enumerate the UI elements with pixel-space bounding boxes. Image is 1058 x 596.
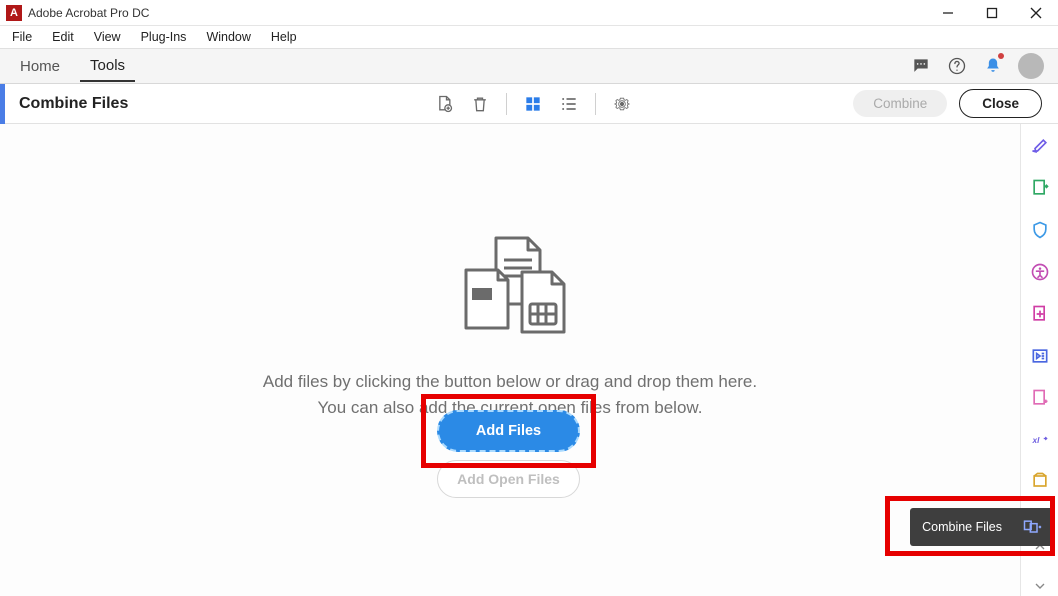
add-page-icon[interactable] [430, 90, 458, 118]
edit-pdf-icon[interactable] [1029, 136, 1051, 156]
menu-window[interactable]: Window [198, 28, 258, 46]
toolbar-accent [0, 84, 5, 124]
organize-icon[interactable] [1029, 304, 1051, 324]
navbar: Home Tools [0, 48, 1058, 84]
titlebar: A Adobe Acrobat Pro DC [0, 0, 1058, 26]
minimize-button[interactable] [926, 0, 970, 26]
window-title: Adobe Acrobat Pro DC [28, 6, 926, 20]
menu-view[interactable]: View [86, 28, 129, 46]
accessibility-icon[interactable] [1029, 262, 1051, 282]
grid-view-icon[interactable] [519, 90, 547, 118]
window-controls [926, 0, 1058, 26]
menu-help[interactable]: Help [263, 28, 305, 46]
drop-text-line1: Add files by clicking the button below o… [263, 369, 757, 395]
toolbar: Combine Files Combine Close [0, 84, 1058, 124]
toolbar-center [430, 90, 636, 118]
convert-xls-icon[interactable]: xl [1029, 430, 1051, 449]
avatar[interactable] [1018, 53, 1044, 79]
svg-text:xl: xl [1031, 436, 1040, 445]
add-files-button[interactable]: Add Files [437, 410, 580, 452]
settings-gear-icon[interactable] [608, 90, 636, 118]
rich-media-icon[interactable] [1029, 346, 1051, 366]
maximize-button[interactable] [970, 0, 1014, 26]
help-icon[interactable] [942, 51, 972, 81]
chevron-down-icon[interactable] [1029, 577, 1051, 596]
add-open-files-button[interactable]: Add Open Files [437, 460, 580, 498]
menu-file[interactable]: File [4, 28, 40, 46]
menu-edit[interactable]: Edit [44, 28, 82, 46]
stamp-icon[interactable] [1029, 471, 1051, 491]
comments-icon[interactable] [906, 51, 936, 81]
tooltip-label: Combine Files [922, 520, 1002, 534]
create-pdf-icon[interactable] [1029, 388, 1051, 408]
separator [595, 93, 596, 115]
combine-button[interactable]: Combine [853, 90, 947, 117]
protect-icon[interactable] [1029, 220, 1051, 240]
tab-home[interactable]: Home [10, 52, 70, 81]
main-content: Add files by clicking the button below o… [0, 124, 1020, 596]
trash-icon[interactable] [466, 90, 494, 118]
tab-tools[interactable]: Tools [80, 51, 135, 82]
close-window-button[interactable] [1014, 0, 1058, 26]
close-button[interactable]: Close [959, 89, 1042, 118]
separator [506, 93, 507, 115]
notifications-icon[interactable] [978, 51, 1008, 81]
drop-area[interactable]: Add files by clicking the button below o… [0, 124, 1020, 596]
export-pdf-icon[interactable] [1029, 178, 1051, 198]
app-icon: A [6, 5, 22, 21]
combine-files-tooltip[interactable]: Combine Files [910, 508, 1054, 546]
combine-files-icon [1022, 517, 1042, 537]
menu-plugins[interactable]: Plug-Ins [133, 28, 195, 46]
files-illustration-icon [440, 232, 580, 347]
menubar: File Edit View Plug-Ins Window Help [0, 26, 1058, 48]
toolbar-title: Combine Files [19, 95, 128, 113]
list-view-icon[interactable] [555, 90, 583, 118]
